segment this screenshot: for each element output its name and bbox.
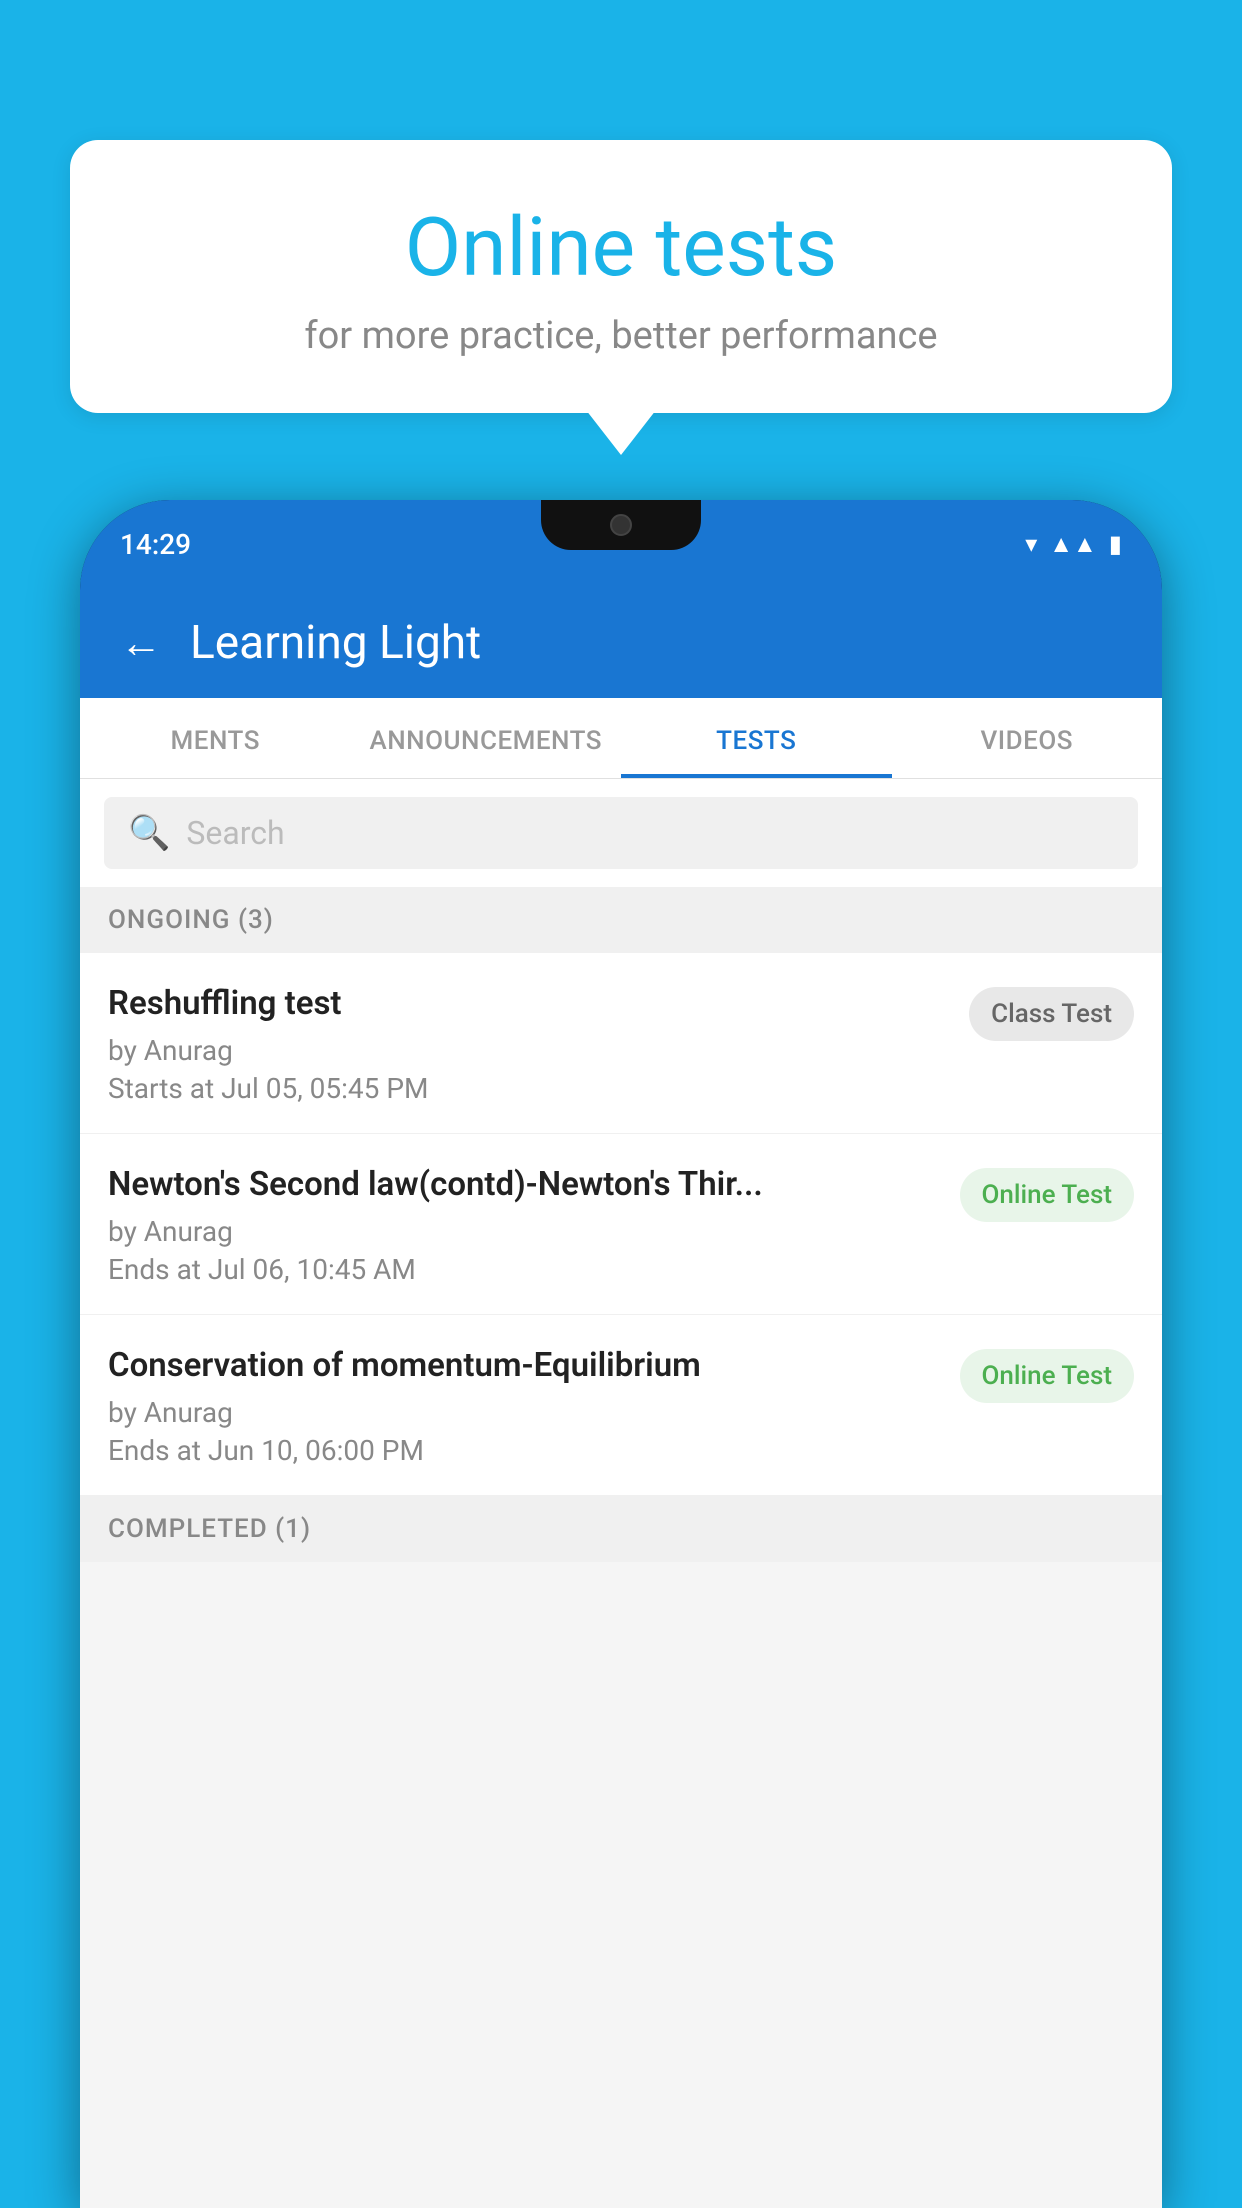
bubble-title: Online tests (120, 200, 1122, 296)
class-test-badge: Class Test (969, 987, 1134, 1041)
bubble-subtitle: for more practice, better performance (120, 314, 1122, 358)
tab-assignments[interactable]: MENTS (80, 698, 351, 778)
test-title: Reshuffling test (108, 983, 953, 1026)
test-item[interactable]: Conservation of momentum-Equilibrium by … (80, 1315, 1162, 1496)
test-title: Conservation of momentum-Equilibrium (108, 1345, 944, 1388)
signal-icon: ▲▲ (1049, 530, 1097, 559)
test-item[interactable]: Newton's Second law(contd)-Newton's Thir… (80, 1134, 1162, 1315)
test-title: Newton's Second law(contd)-Newton's Thir… (108, 1164, 944, 1207)
wifi-icon: ▾ (1025, 530, 1037, 558)
search-input[interactable]: Search (186, 814, 284, 852)
phone-frame: 14:29 ▾ ▲▲ ▮ ← Learning Light MENTS ANNO… (80, 500, 1162, 2208)
phone-notch (541, 500, 701, 550)
test-info: Newton's Second law(contd)-Newton's Thir… (108, 1164, 944, 1286)
search-bar: 🔍 Search (80, 779, 1162, 887)
test-info: Reshuffling test by Anurag Starts at Jul… (108, 983, 953, 1105)
search-icon: 🔍 (128, 813, 170, 853)
tab-bar: MENTS ANNOUNCEMENTS TESTS VIDEOS (80, 698, 1162, 779)
app-header: ← Learning Light (80, 588, 1162, 698)
test-info: Conservation of momentum-Equilibrium by … (108, 1345, 944, 1467)
test-author: by Anurag (108, 1215, 944, 1248)
test-list: Reshuffling test by Anurag Starts at Jul… (80, 953, 1162, 1496)
front-camera (610, 514, 632, 536)
tab-announcements[interactable]: ANNOUNCEMENTS (351, 698, 622, 778)
app-title: Learning Light (190, 616, 481, 670)
tab-videos[interactable]: VIDEOS (892, 698, 1163, 778)
battery-icon: ▮ (1109, 530, 1122, 558)
test-date: Ends at Jun 10, 06:00 PM (108, 1434, 944, 1467)
status-icons: ▾ ▲▲ ▮ (1025, 530, 1122, 559)
test-author: by Anurag (108, 1396, 944, 1429)
test-date: Starts at Jul 05, 05:45 PM (108, 1072, 953, 1105)
search-input-wrap[interactable]: 🔍 Search (104, 797, 1138, 869)
test-item[interactable]: Reshuffling test by Anurag Starts at Jul… (80, 953, 1162, 1134)
test-author: by Anurag (108, 1034, 953, 1067)
speech-bubble: Online tests for more practice, better p… (70, 140, 1172, 413)
phone-content: 🔍 Search ONGOING (3) Reshuffling test by… (80, 779, 1162, 2208)
completed-label: COMPLETED (1) (80, 1496, 1162, 1562)
status-time: 14:29 (120, 528, 191, 561)
status-bar: 14:29 ▾ ▲▲ ▮ (80, 500, 1162, 588)
back-button[interactable]: ← (120, 619, 162, 668)
tab-tests[interactable]: TESTS (621, 698, 892, 778)
online-test-badge: Online Test (960, 1349, 1135, 1403)
ongoing-label: ONGOING (3) (80, 887, 1162, 953)
online-test-badge: Online Test (960, 1168, 1135, 1222)
test-date: Ends at Jul 06, 10:45 AM (108, 1253, 944, 1286)
